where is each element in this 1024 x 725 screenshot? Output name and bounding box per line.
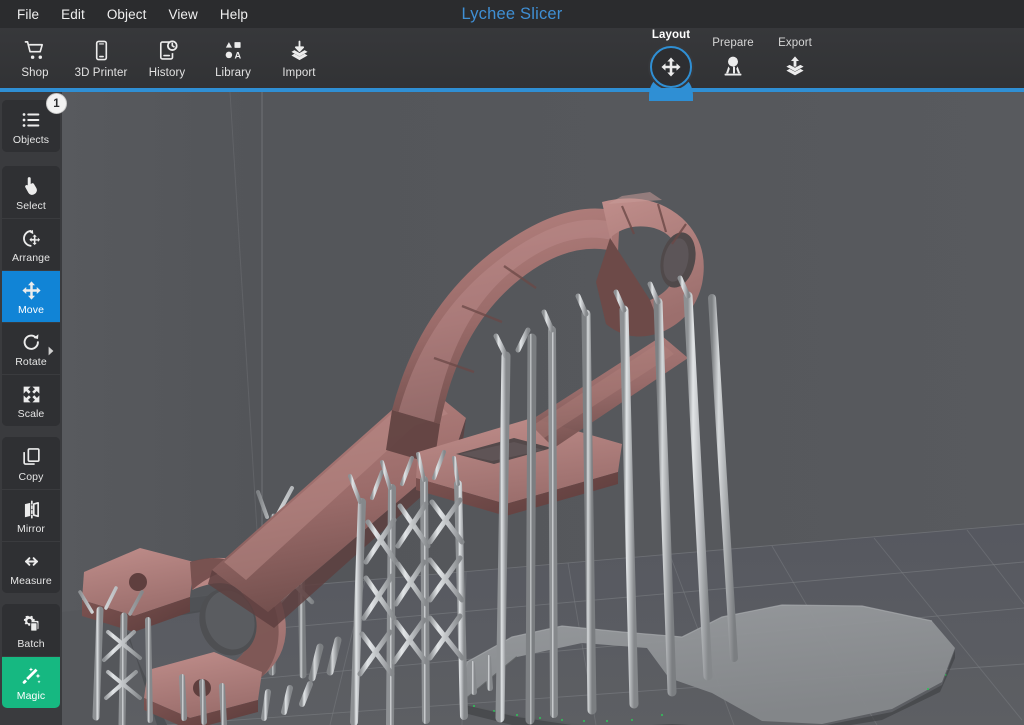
- sidebar-tool-move-label: Move: [17, 304, 45, 316]
- quick-toolbar: Shop 3D Printer History A Library Import: [0, 28, 332, 89]
- sidebar-tool-batch[interactable]: Batch: [2, 604, 60, 656]
- svg-text:A: A: [234, 50, 241, 60]
- expand-chevron-icon[interactable]: [48, 343, 55, 361]
- sidebar-tool-arrange-label: Arrange: [11, 252, 51, 264]
- measure-arrow-icon: [21, 548, 42, 574]
- sidebar-tool-batch-label: Batch: [17, 637, 45, 650]
- quickbar-library[interactable]: A Library: [200, 28, 266, 86]
- sidebar-tool-rotate[interactable]: Rotate: [2, 322, 60, 374]
- scale-icon: [21, 381, 42, 407]
- quickbar-shop[interactable]: Shop: [2, 28, 68, 86]
- move-arrows-icon: [21, 277, 42, 303]
- rotate-icon: [21, 329, 42, 355]
- mode-tab-layout[interactable]: Layout: [640, 28, 702, 101]
- export-upload-icon: [783, 54, 807, 78]
- sidebar-objects-wrap: Objects 1: [2, 93, 67, 152]
- printer-device-icon: [90, 36, 113, 64]
- sidebar-tool-copy-label: Copy: [18, 470, 44, 483]
- sidebar-tool-measure[interactable]: Measure: [2, 541, 60, 593]
- quickbar-history[interactable]: History: [134, 28, 200, 86]
- objects-count-badge: 1: [46, 93, 67, 114]
- import-download-icon: [288, 36, 311, 64]
- tool-group: Select Arrange Move Rotate Scale: [2, 166, 60, 426]
- sidebar-tool-mirror[interactable]: Mirror: [2, 489, 60, 541]
- sidebar-tool-scale[interactable]: Scale: [2, 374, 60, 426]
- 3d-viewport[interactable]: [62, 92, 1024, 725]
- sidebar-tool-select[interactable]: Select: [2, 166, 60, 218]
- sidebar-tool-arrange[interactable]: Arrange: [2, 218, 60, 270]
- sidebar-objects-label: Objects: [12, 133, 50, 146]
- magic-wand-icon: [21, 663, 42, 689]
- sidebar-tool-mirror-label: Mirror: [16, 523, 45, 535]
- tool-group: Batch Magic: [2, 604, 60, 708]
- quickbar-history-label: History: [148, 67, 186, 79]
- menu-file[interactable]: File: [6, 4, 50, 25]
- move-arrows-icon: [650, 46, 692, 88]
- left-toolbar: Objects 1 Select Arrange Move Rotate Sca…: [0, 92, 67, 725]
- quickbar-import-label: Import: [282, 67, 316, 79]
- sidebar-tool-select-label: Select: [16, 199, 46, 212]
- mode-tab-prepare[interactable]: Prepare: [702, 28, 764, 89]
- shopping-cart-icon: [24, 36, 47, 64]
- menu-bar: File Edit Object View Help: [0, 0, 1024, 28]
- quickbar-3d-printer[interactable]: 3D Printer: [68, 28, 134, 86]
- 3d-scene: [62, 92, 1024, 725]
- active-mode-underline: [0, 88, 1024, 92]
- batch-gears-icon: [21, 611, 42, 637]
- mode-tab-prepare-label: Prepare: [712, 37, 754, 49]
- menu-view[interactable]: View: [157, 4, 208, 25]
- menu-object[interactable]: Object: [96, 4, 158, 25]
- sidebar-tool-rotate-label: Rotate: [15, 356, 47, 368]
- sidebar-tool-magic-label: Magic: [16, 690, 46, 702]
- top-bar: File Edit Object View Help Lychee Slicer Sho…: [0, 0, 1024, 101]
- mirror-icon: [21, 496, 42, 522]
- quickbar-3d-printer-label: 3D Printer: [74, 67, 128, 79]
- mode-tab-export-label: Export: [778, 37, 812, 49]
- list-icon: [20, 107, 42, 133]
- quickbar-shop-label: Shop: [21, 67, 49, 79]
- mode-tab-export[interactable]: Export: [764, 28, 826, 89]
- history-clock-icon: [156, 36, 179, 64]
- tool-group: Copy Mirror Measure: [2, 437, 60, 593]
- arrange-icon: [21, 225, 42, 251]
- library-shapes-icon: A: [222, 36, 245, 64]
- sidebar-tool-magic[interactable]: Magic: [2, 656, 60, 708]
- mode-tab-layout-label: Layout: [651, 29, 691, 41]
- cursor-hand-icon: [21, 173, 42, 199]
- sidebar-tool-measure-label: Measure: [10, 575, 52, 587]
- sidebar-tool-copy[interactable]: Copy: [2, 437, 60, 489]
- menu-help[interactable]: Help: [209, 4, 259, 25]
- sidebar-tool-scale-label: Scale: [17, 408, 45, 420]
- menu-edit[interactable]: Edit: [50, 4, 96, 25]
- mode-tab-bar: Layout Prepare Export: [640, 28, 826, 101]
- quickbar-import[interactable]: Import: [266, 28, 332, 86]
- sidebar-tool-move[interactable]: Move: [2, 270, 60, 322]
- copy-icon: [21, 444, 42, 470]
- quickbar-library-label: Library: [215, 67, 251, 79]
- lychee-slicer-window: File Edit Object View Help Lychee Slicer Sho…: [0, 0, 1024, 725]
- supports-icon: [721, 54, 745, 78]
